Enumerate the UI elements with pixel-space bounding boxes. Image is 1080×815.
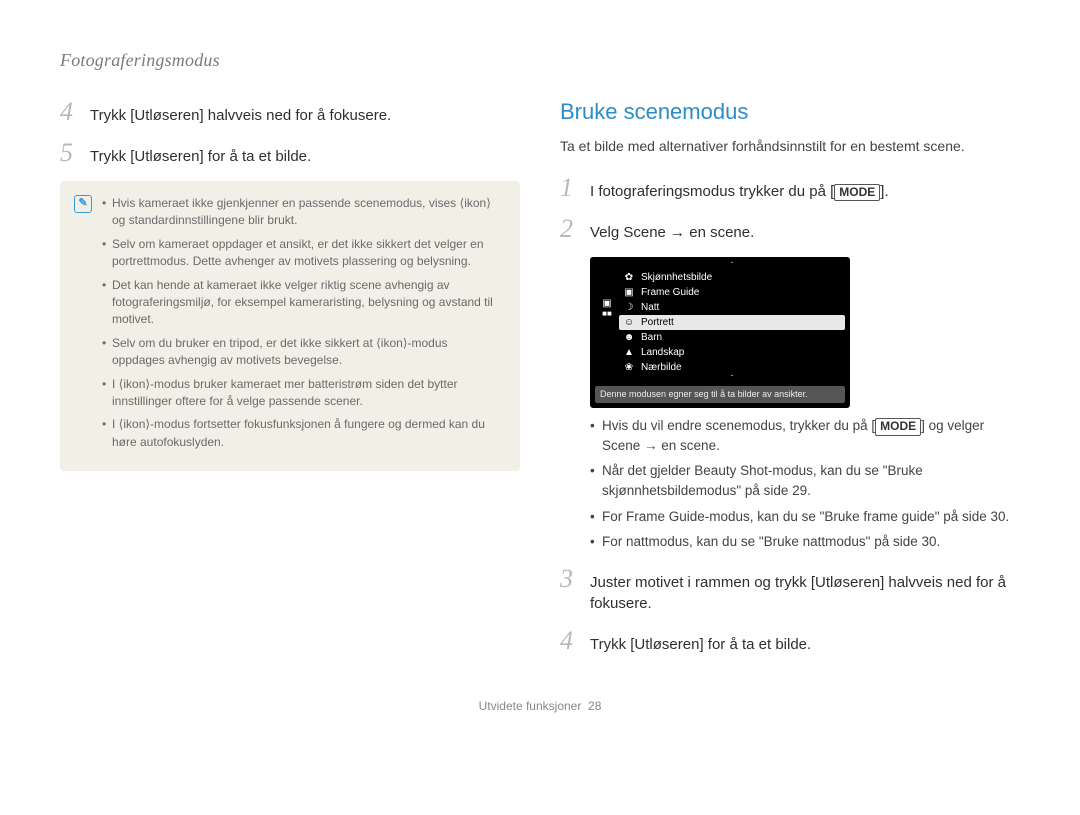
section-header: Fotograferingsmodus bbox=[60, 50, 1020, 71]
chevron-down-icon: ˇ bbox=[619, 375, 845, 383]
step-number: 1 bbox=[560, 175, 578, 201]
info-box: ✎ Hvis kameraet ikke gjenkjenner en pass… bbox=[60, 181, 520, 471]
step-text: Juster motivet i rammen og trykk [Utløse… bbox=[590, 572, 1020, 614]
mode-button-label: MODE bbox=[875, 418, 921, 436]
menu-item: ▲ Landskap bbox=[619, 345, 845, 360]
child-icon: ☻ bbox=[623, 332, 635, 343]
note-item: Når det gjelder Beauty Shot-modus, kan d… bbox=[590, 461, 1020, 500]
step-5-left: 5 Trykk [Utløseren] for å ta et bilde. bbox=[60, 140, 520, 167]
footer-label: Utvidete funksjoner bbox=[479, 699, 582, 713]
menu-item: ▣ Frame Guide bbox=[619, 285, 845, 300]
macro-icon: ❀ bbox=[623, 362, 635, 373]
info-item: Selv om du bruker en tripod, er det ikke… bbox=[102, 335, 502, 370]
frame-icon: ▣ bbox=[623, 287, 635, 298]
info-item: Selv om kameraet oppdager et ansikt, er … bbox=[102, 236, 502, 271]
camera-menu-screen: ▣ ■■ ˆ ✿ Skjønnhetsbilde ▣ Frame Guide ☽ Na… bbox=[590, 257, 850, 409]
note-item: For Frame Guide-modus, kan du se "Bruke … bbox=[590, 507, 1020, 527]
menu-label: Natt bbox=[641, 302, 659, 313]
menu-label: Skjønnhetsbilde bbox=[641, 272, 712, 283]
menu-label: Nærbilde bbox=[641, 362, 682, 373]
menu-item: ❀ Nærbilde bbox=[619, 360, 845, 375]
step-2-right: 2 Velg Scene → en scene. bbox=[560, 216, 1020, 243]
section-title: Bruke scenemodus bbox=[560, 99, 1020, 125]
portrait-icon: ☺ bbox=[623, 317, 635, 328]
footer-page: 28 bbox=[588, 699, 601, 713]
step-text: Trykk [Utløseren] for å ta et bilde. bbox=[590, 634, 811, 655]
landscape-icon: ▲ bbox=[623, 347, 635, 358]
info-list: Hvis kameraet ikke gjenkjenner en passen… bbox=[102, 195, 502, 457]
step-text-pre: I fotograferingsmodus trykker du på [ bbox=[590, 183, 834, 200]
step-text: Velg Scene → en scene. bbox=[590, 222, 754, 243]
menu-item-selected: ☺ Portrett bbox=[619, 315, 845, 330]
step-1-right: 1 I fotograferingsmodus trykker du på [M… bbox=[560, 175, 1020, 202]
right-column: Bruke scenemodus Ta et bilde med alterna… bbox=[560, 99, 1020, 669]
beauty-icon: ✿ bbox=[623, 272, 635, 283]
step-number: 5 bbox=[60, 140, 78, 166]
left-column: 4 Trykk [Utløseren] halvveis ned for å f… bbox=[60, 99, 520, 669]
step-text-post: ]. bbox=[880, 183, 888, 200]
note-item: Hvis du vil endre scenemodus, trykker du… bbox=[590, 416, 1020, 455]
night-icon: ☽ bbox=[623, 302, 635, 313]
step-number: 2 bbox=[560, 216, 578, 242]
menu-caption: Denne modusen egner seg til å ta bilder … bbox=[595, 386, 845, 404]
step-number: 3 bbox=[560, 566, 578, 592]
menu-item: ☻ Barn bbox=[619, 330, 845, 345]
note-item: For nattmodus, kan du se "Bruke nattmodu… bbox=[590, 532, 1020, 552]
notes-list: Hvis du vil endre scenemodus, trykker du… bbox=[590, 416, 1020, 551]
mode-button-label: MODE bbox=[834, 184, 880, 202]
menu-left-icons: ▣ ■■ bbox=[595, 262, 619, 383]
step-4-right: 4 Trykk [Utløseren] for å ta et bilde. bbox=[560, 628, 1020, 655]
step-3-right: 3 Juster motivet i rammen og trykk [Utlø… bbox=[560, 566, 1020, 614]
menu-item: ✿ Skjønnhetsbilde bbox=[619, 270, 845, 285]
chevron-up-icon: ˆ bbox=[619, 262, 845, 270]
menu-list: ˆ ✿ Skjønnhetsbilde ▣ Frame Guide ☽ Natt ☺ P… bbox=[619, 262, 845, 383]
note-pre: Hvis du vil endre scenemodus, trykker du… bbox=[602, 418, 875, 433]
menu-label: Landskap bbox=[641, 347, 684, 358]
info-item: I ⟨ikon⟩-modus fortsetter fokusfunksjone… bbox=[102, 416, 502, 451]
menu-label: Portrett bbox=[641, 317, 674, 328]
step-text: Trykk [Utløseren] for å ta et bilde. bbox=[90, 146, 311, 167]
step-text: I fotograferingsmodus trykker du på [MOD… bbox=[590, 181, 889, 202]
info-item: Det kan hende at kameraet ikke velger ri… bbox=[102, 277, 502, 329]
page-footer: Utvidete funksjoner 28 bbox=[60, 699, 1020, 713]
step-number: 4 bbox=[60, 99, 78, 125]
section-intro: Ta et bilde med alternativer forhåndsinn… bbox=[560, 137, 1020, 157]
step-4-left: 4 Trykk [Utløseren] halvveis ned for å f… bbox=[60, 99, 520, 126]
menu-item: ☽ Natt bbox=[619, 300, 845, 315]
info-item: I ⟨ikon⟩-modus bruker kameraet mer batte… bbox=[102, 376, 502, 411]
info-item: Hvis kameraet ikke gjenkjenner en passen… bbox=[102, 195, 502, 230]
step-number: 4 bbox=[560, 628, 578, 654]
step-text: Trykk [Utløseren] halvveis ned for å fok… bbox=[90, 105, 391, 126]
info-icon: ✎ bbox=[74, 195, 92, 213]
content-columns: 4 Trykk [Utløseren] halvveis ned for å f… bbox=[60, 99, 1020, 669]
menu-label: Frame Guide bbox=[641, 287, 699, 298]
menu-label: Barn bbox=[641, 332, 662, 343]
